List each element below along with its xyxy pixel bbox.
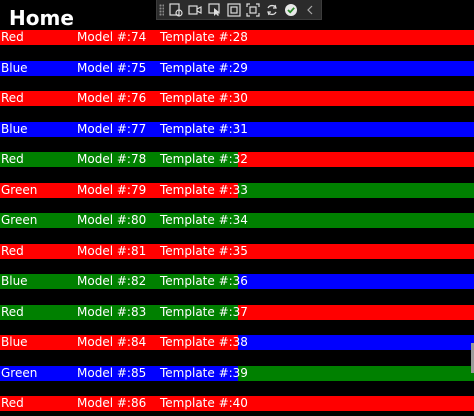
row-right-background bbox=[238, 366, 474, 381]
list-item[interactable]: Green Model #:85 Template #:39 bbox=[0, 366, 474, 381]
page-title: Home bbox=[9, 6, 74, 30]
row-color-label: Blue bbox=[1, 335, 28, 349]
debug-toolbar bbox=[156, 0, 322, 20]
row-model-label: Model #:80 bbox=[77, 213, 147, 227]
row-model-label: Model #:81 bbox=[77, 244, 147, 258]
live-visual-tree-icon[interactable] bbox=[168, 2, 184, 18]
list-item[interactable]: Green Model #:79 Template #:33 bbox=[0, 183, 474, 198]
row-model-label: Model #:77 bbox=[77, 122, 147, 136]
row-model-label: Model #:78 bbox=[77, 152, 147, 166]
row-color-label: Green bbox=[1, 213, 38, 227]
select-element-icon[interactable] bbox=[207, 2, 223, 18]
row-model-label: Model #:74 bbox=[77, 30, 147, 44]
row-right-background bbox=[238, 396, 474, 411]
row-right-background bbox=[238, 213, 474, 228]
list-item[interactable]: Blue Model #:84 Template #:38 bbox=[0, 335, 474, 350]
row-template-label: Template #:28 bbox=[160, 30, 248, 44]
row-color-label: Red bbox=[1, 244, 24, 258]
row-color-label: Red bbox=[1, 305, 24, 319]
list-item[interactable]: Blue Model #:82 Template #:36 bbox=[0, 274, 474, 289]
row-template-label: Template #:39 bbox=[160, 366, 248, 380]
row-model-label: Model #:76 bbox=[77, 91, 147, 105]
row-model-label: Model #:83 bbox=[77, 305, 147, 319]
row-template-label: Template #:31 bbox=[160, 122, 248, 136]
list-item[interactable]: Green Model #:80 Template #:34 bbox=[0, 213, 474, 228]
list-item[interactable]: Blue Model #:75 Template #:29 bbox=[0, 61, 474, 76]
row-color-label: Red bbox=[1, 152, 24, 166]
row-color-label: Green bbox=[1, 366, 38, 380]
row-color-label: Blue bbox=[1, 274, 28, 288]
row-right-background bbox=[238, 122, 474, 137]
row-right-background bbox=[238, 152, 474, 167]
row-right-background bbox=[238, 30, 474, 45]
list-item[interactable]: Red Model #:86 Template #:40 bbox=[0, 396, 474, 411]
row-template-label: Template #:38 bbox=[160, 335, 248, 349]
status-ok-icon[interactable] bbox=[283, 2, 299, 18]
row-template-label: Template #:36 bbox=[160, 274, 248, 288]
row-color-label: Blue bbox=[1, 61, 28, 75]
row-template-label: Template #:37 bbox=[160, 305, 248, 319]
row-color-label: Red bbox=[1, 396, 24, 410]
collapse-chevron-icon[interactable] bbox=[302, 2, 318, 18]
row-right-background bbox=[238, 91, 474, 106]
record-video-icon[interactable] bbox=[187, 2, 203, 18]
hot-reload-icon[interactable] bbox=[264, 2, 280, 18]
row-right-background bbox=[238, 274, 474, 289]
row-model-label: Model #:82 bbox=[77, 274, 147, 288]
row-model-label: Model #:75 bbox=[77, 61, 147, 75]
list-item[interactable]: Red Model #:81 Template #:35 bbox=[0, 244, 474, 259]
row-model-label: Model #:85 bbox=[77, 366, 147, 380]
row-color-label: Blue bbox=[1, 122, 28, 136]
row-color-label: Red bbox=[1, 91, 24, 105]
row-template-label: Template #:32 bbox=[160, 152, 248, 166]
row-template-label: Template #:34 bbox=[160, 213, 248, 227]
row-color-label: Green bbox=[1, 183, 38, 197]
toolbar-grip[interactable] bbox=[159, 3, 165, 16]
track-focus-icon[interactable] bbox=[245, 2, 261, 18]
row-right-background bbox=[238, 305, 474, 320]
row-template-label: Template #:40 bbox=[160, 396, 248, 410]
row-template-label: Template #:29 bbox=[160, 61, 248, 75]
row-model-label: Model #:84 bbox=[77, 335, 147, 349]
row-model-label: Model #:79 bbox=[77, 183, 147, 197]
row-right-background bbox=[238, 61, 474, 76]
item-list: Red Model #:74 Template #:28 Blue Model #:75… bbox=[0, 0, 474, 416]
row-template-label: Template #:30 bbox=[160, 91, 248, 105]
row-right-background bbox=[238, 183, 474, 198]
list-item[interactable]: Blue Model #:77 Template #:31 bbox=[0, 122, 474, 137]
row-template-label: Template #:33 bbox=[160, 183, 248, 197]
list-item[interactable]: Red Model #:83 Template #:37 bbox=[0, 305, 474, 320]
row-model-label: Model #:86 bbox=[77, 396, 147, 410]
row-template-label: Template #:35 bbox=[160, 244, 248, 258]
display-layout-adorners-icon[interactable] bbox=[226, 2, 242, 18]
list-item[interactable]: Red Model #:76 Template #:30 bbox=[0, 91, 474, 106]
row-right-background bbox=[238, 335, 474, 350]
row-right-background bbox=[238, 244, 474, 259]
list-item[interactable]: Red Model #:78 Template #:32 bbox=[0, 152, 474, 167]
